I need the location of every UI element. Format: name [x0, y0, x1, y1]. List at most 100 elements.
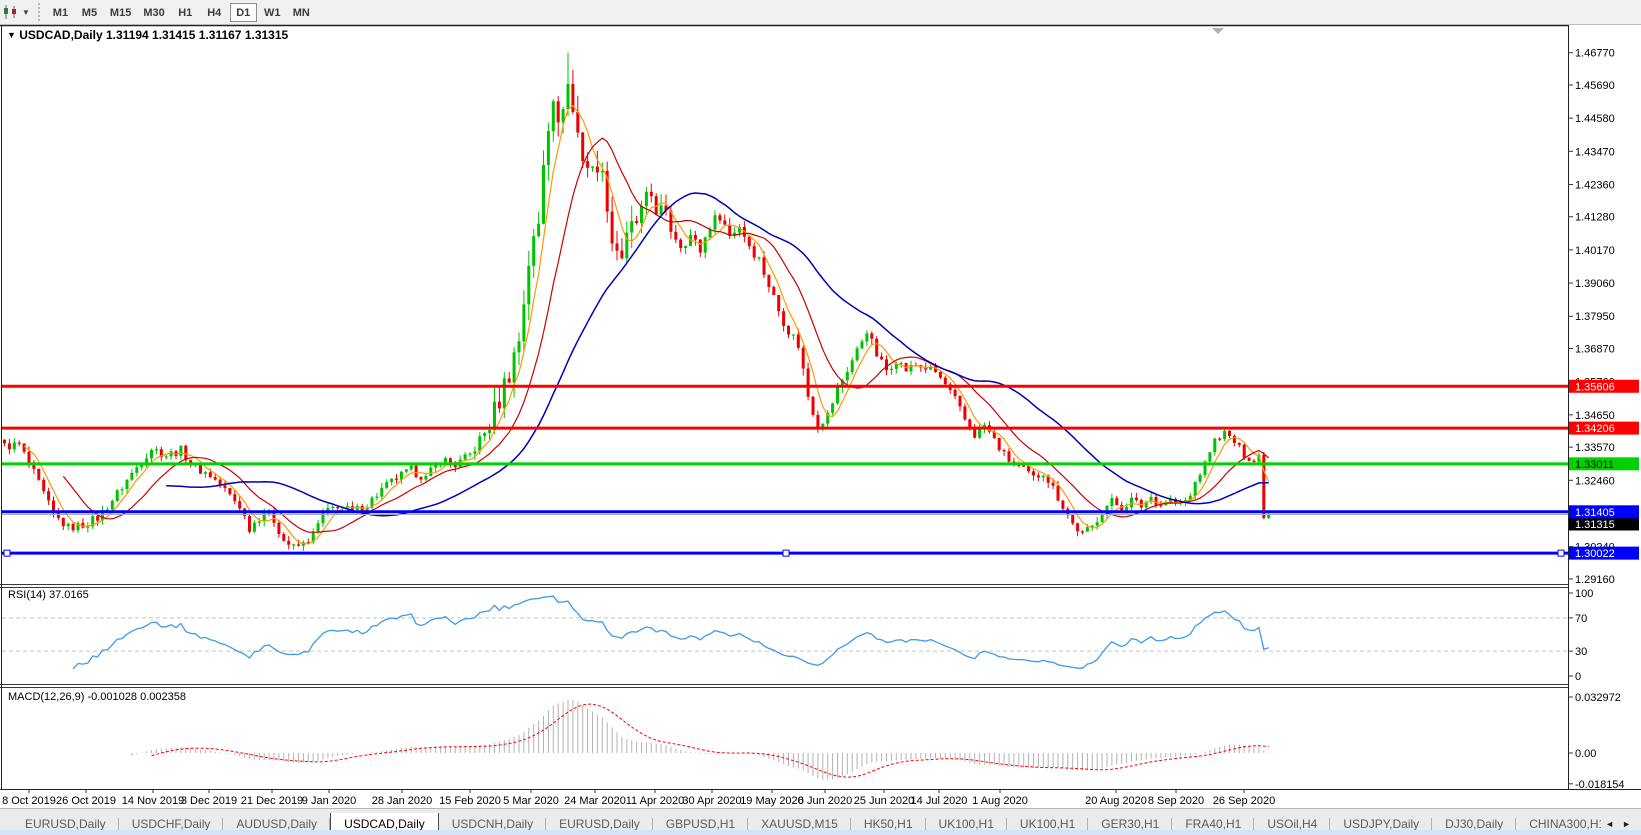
candle-body	[204, 472, 207, 473]
candle-body	[292, 544, 295, 545]
timeframe-button-mn[interactable]: MN	[288, 3, 315, 22]
candle-body	[586, 161, 589, 168]
candle-body	[704, 237, 707, 252]
rsi-indicator-label: RSI(14) 37.0165	[8, 589, 89, 601]
candle-body	[684, 246, 687, 248]
ohlc-low: 1.31167	[199, 28, 242, 42]
candle-body	[1008, 451, 1011, 461]
timeframe-button-h4[interactable]: H4	[201, 3, 228, 22]
candle-body	[890, 369, 893, 370]
candle-body	[395, 479, 398, 480]
candle-body	[37, 469, 40, 480]
price-tick-label: 1.34650	[1575, 410, 1615, 422]
candle-body	[375, 497, 378, 498]
candle-body	[1057, 486, 1060, 501]
timeframe-button-m30[interactable]: M30	[138, 3, 169, 22]
macd-tick-label: 0.032972	[1575, 692, 1621, 704]
candle-body	[1037, 475, 1040, 477]
candle-body	[699, 240, 702, 253]
candle-body	[709, 230, 712, 238]
candle-body	[1101, 514, 1104, 522]
timeframe-button-m1[interactable]: M1	[47, 3, 74, 22]
candle-body	[694, 235, 697, 240]
candle-body	[581, 132, 584, 161]
candle-body	[1125, 507, 1128, 511]
candle-body	[415, 466, 418, 477]
candle-body	[508, 378, 511, 382]
candle-body	[1061, 501, 1064, 509]
chart-canvas[interactable]: 1.467701.456901.445801.434701.423601.412…	[0, 25, 1641, 808]
chart-tab-bar: EURUSD,DailyUSDCHF,DailyAUDUSD,DailyUSDC…	[0, 808, 1641, 835]
candle-body	[1238, 443, 1241, 445]
candle-body	[748, 237, 751, 246]
date-tick-label: 3 Dec 2019	[181, 795, 237, 807]
candle-body	[782, 311, 785, 326]
candle-body	[184, 446, 187, 460]
candle-body	[807, 368, 810, 396]
candle-body	[518, 341, 521, 352]
candle-body	[277, 523, 280, 534]
candle-body	[723, 220, 726, 224]
timeframe-button-m5[interactable]: M5	[76, 3, 103, 22]
date-tick-label: 6 Jun 2020	[798, 795, 852, 807]
candle-body	[630, 221, 633, 233]
timeframe-button-m15[interactable]: M15	[105, 3, 136, 22]
hline-handle[interactable]	[1558, 550, 1564, 556]
candle-body	[126, 480, 129, 489]
timeframe-button-h1[interactable]: H1	[172, 3, 199, 22]
candle-body	[72, 524, 75, 530]
candle-body	[959, 396, 962, 406]
macd-indicator-label: MACD(12,26,9) -0.001028 0.002358	[8, 691, 186, 703]
hline-price-text: 1.31405	[1575, 507, 1615, 519]
date-tick-label: 14 Jul 2020	[911, 795, 968, 807]
date-tick-label: 26 Sep 2020	[1213, 795, 1275, 807]
candle-body	[449, 458, 452, 463]
chart-shift-marker[interactable]	[1212, 28, 1224, 34]
hline-handle[interactable]	[783, 550, 789, 556]
chart-menu-icon[interactable]: ▼	[7, 30, 16, 40]
price-tick-label: 1.37950	[1575, 311, 1615, 323]
hline-price-text: 1.34206	[1575, 423, 1615, 435]
tabs-scroll-left-icon[interactable]: ◄	[1605, 819, 1614, 829]
timeframe-button-w1[interactable]: W1	[259, 3, 286, 22]
date-tick-label: 9 Jan 2020	[302, 795, 356, 807]
date-tick-label: 8 Oct 2019	[2, 795, 56, 807]
chart-title: ▼ USDCAD,Daily 1.31194 1.31415 1.31167 1…	[7, 28, 288, 42]
candle-body	[616, 243, 619, 250]
toolbar-grip[interactable]	[38, 3, 40, 21]
ohlc-open: 1.31194	[106, 28, 149, 42]
chevron-down-icon[interactable]: ▼	[22, 8, 30, 17]
candle-body	[880, 357, 883, 360]
tabs-scroll-right-icon[interactable]: ►	[1622, 819, 1631, 829]
timeframe-button-d1[interactable]: D1	[230, 3, 257, 22]
rsi-tick-label: 100	[1575, 588, 1593, 600]
candle-body	[331, 507, 334, 508]
candle-body	[165, 456, 168, 457]
candle-body	[567, 84, 570, 109]
symbol-title: USDCAD,Daily	[19, 28, 102, 42]
candle-body	[1022, 466, 1025, 467]
candle-body	[273, 512, 276, 523]
candle-body	[856, 348, 859, 360]
candle-body	[150, 450, 153, 458]
candle-body	[420, 477, 423, 479]
chart-periods-icon[interactable]	[2, 3, 20, 21]
candle-body	[209, 472, 212, 477]
date-tick-label: 30 Apr 2020	[682, 795, 741, 807]
candle-body	[542, 165, 545, 224]
hline-price-text: 1.30022	[1575, 548, 1615, 560]
ohlc-high: 1.31415	[152, 28, 195, 42]
candle-body	[596, 167, 599, 173]
candle-body	[444, 458, 447, 462]
candle-body	[385, 482, 388, 488]
candle-body	[714, 215, 717, 229]
candle-body	[18, 443, 21, 444]
hline-handle[interactable]	[4, 550, 10, 556]
candle-body	[513, 352, 516, 382]
candle-body	[1208, 452, 1211, 461]
candle-body	[679, 240, 682, 248]
candle-body	[620, 251, 623, 259]
current-price-text: 1.31315	[1575, 519, 1615, 531]
candle-body	[488, 430, 491, 433]
rsi-tick-label: 0	[1575, 671, 1581, 683]
